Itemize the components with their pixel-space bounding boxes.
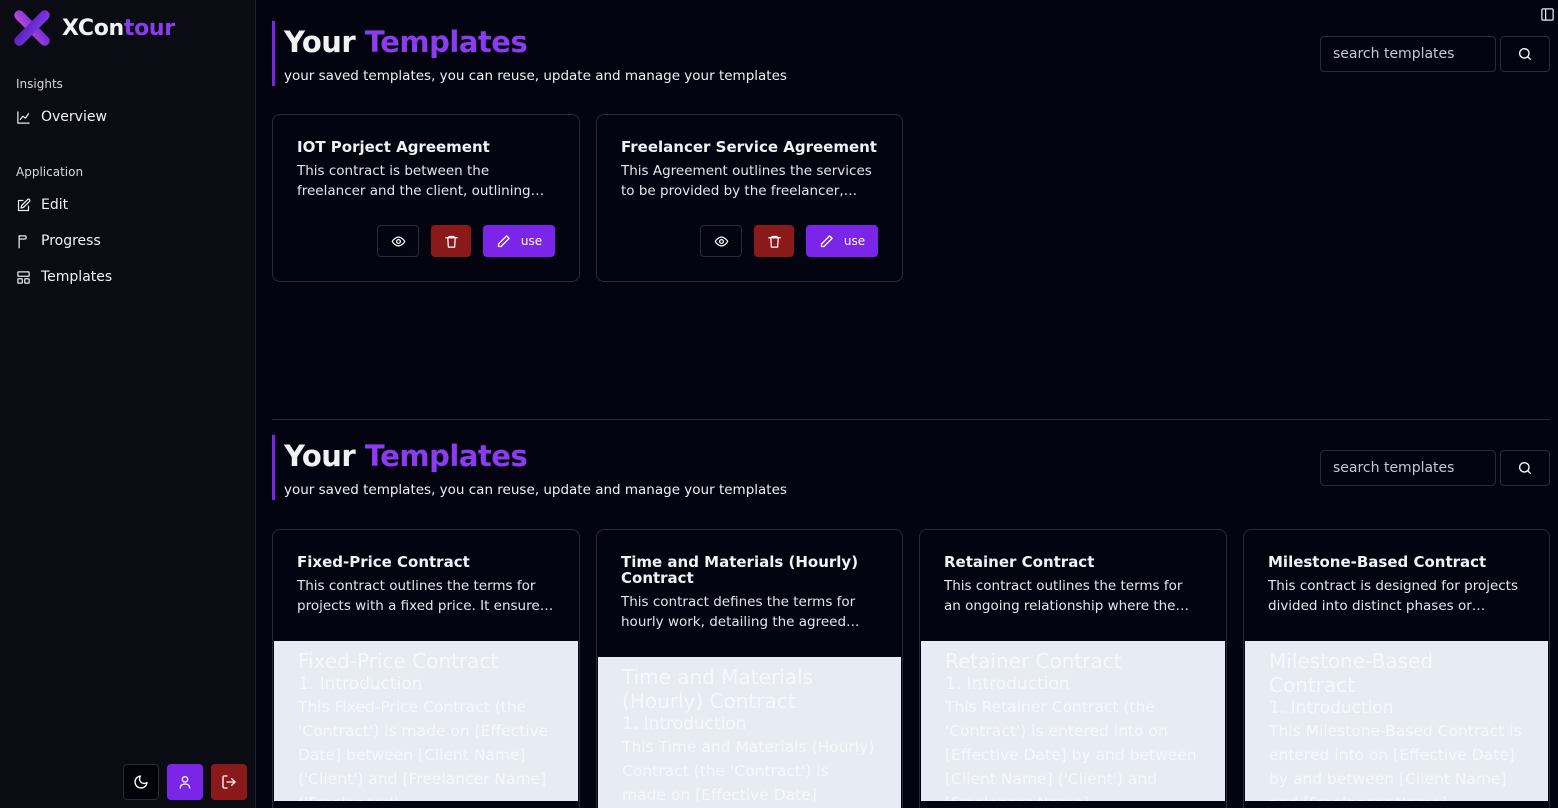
eye-icon	[391, 236, 405, 246]
preview-body: This Fixed-Price Contract (the 'Contract…	[298, 698, 549, 801]
search-button[interactable]	[1500, 36, 1550, 72]
chart-line-icon	[17, 110, 30, 124]
card-description: This Agreement outlines the services to …	[621, 163, 872, 199]
sidebar-item-label: Templates	[41, 269, 113, 285]
sidebar-item-edit[interactable]: Edit	[16, 193, 68, 217]
card-title: IOT Porject Agreement	[297, 138, 490, 156]
eye-icon	[714, 236, 728, 246]
card-title: Retainer Contract	[944, 553, 1095, 571]
sidebar-panel-icon	[1541, 8, 1554, 21]
flag-icon	[18, 234, 27, 248]
section-divider	[272, 419, 1550, 420]
card-description: This contract outlines the terms for pro…	[297, 578, 547, 614]
preview-heading: 1. Introduction	[622, 714, 747, 734]
logout-icon	[222, 775, 236, 789]
search-icon	[1519, 48, 1531, 60]
preview-body: This Retainer Contract (the 'Contract') …	[945, 698, 1197, 801]
layout-icon	[17, 270, 30, 284]
delete-button[interactable]	[754, 225, 794, 257]
search-button[interactable]	[1500, 450, 1550, 486]
card-title: Milestone-Based Contract	[1268, 553, 1487, 571]
brand-name-part2: tour	[123, 15, 175, 41]
search-input[interactable]	[1320, 450, 1496, 486]
sidebar-item-templates[interactable]: Templates	[16, 265, 112, 289]
brand-name-part1: XCon	[62, 15, 124, 41]
card-description: This contract outlines the terms for an …	[944, 578, 1183, 614]
template-card[interactable]: IOT Porject Agreement This contract is b…	[272, 114, 580, 282]
pencil-icon	[497, 234, 510, 247]
user-icon	[179, 776, 191, 789]
delete-button[interactable]	[431, 225, 471, 257]
template-preview: Retainer Contract 1. Introduction This R…	[921, 641, 1225, 801]
card-title: Fixed-Price Contract	[297, 553, 470, 571]
preview-heading: 1. Introduction	[945, 674, 1070, 694]
page-subtitle: your saved templates, you can reuse, upd…	[284, 68, 787, 84]
sidebar-item-label: Edit	[41, 197, 69, 213]
view-button[interactable]	[377, 225, 419, 257]
template-preview: Fixed-Price Contract 1. Introduction Thi…	[274, 641, 578, 801]
trash-icon	[767, 235, 781, 248]
brand[interactable]: XContour	[12, 8, 175, 48]
panel-toggle-button[interactable]	[1540, 7, 1556, 23]
edit-icon	[17, 198, 31, 211]
trash-icon	[444, 235, 458, 248]
title-part1: Your	[284, 439, 356, 473]
sidebar-item-label: Overview	[41, 109, 107, 125]
use-button-label: use	[843, 234, 866, 248]
library-template-card[interactable]: Time and Materials (Hourly) Contract Thi…	[596, 529, 903, 808]
template-card[interactable]: Freelancer Service Agreement This Agreem…	[596, 114, 903, 282]
section-label-application: Application	[16, 165, 84, 179]
title-part1: Your	[284, 25, 356, 59]
template-preview: Time and Materials (Hourly) Contract 1. …	[598, 657, 901, 808]
library-templates-header: Your Templates your saved templates, you…	[272, 435, 787, 500]
title-part2: Templates	[364, 25, 528, 59]
library-template-card[interactable]: Milestone-Based Contract This contract i…	[1243, 529, 1550, 808]
preview-body: This Milestone-Based Contract is entered…	[1269, 722, 1522, 801]
preview-body: This Time and Materials (Hourly) Contrac…	[622, 738, 875, 804]
logout-button[interactable]	[211, 764, 247, 800]
search-input[interactable]	[1320, 36, 1496, 72]
sidebar-bottom-actions	[123, 764, 247, 800]
card-description: This contract is designed for projects d…	[1268, 578, 1519, 614]
preview-heading: 1. Introduction	[298, 674, 423, 694]
search-icon	[1519, 462, 1531, 474]
library-search-bar	[1320, 450, 1550, 486]
card-description: This contract is between the freelancer …	[297, 163, 531, 199]
page-title: Your Templates	[284, 21, 787, 57]
sidebar-item-progress[interactable]: Progress	[16, 229, 101, 253]
section-subtitle: your saved templates, you can reuse, upd…	[284, 482, 787, 498]
section-label-insights: Insights	[16, 77, 63, 91]
preview-title: Time and Materials (Hourly) Contract	[622, 665, 813, 713]
library-template-card[interactable]: Fixed-Price Contract This contract outli…	[272, 529, 580, 808]
saved-templates-header: Your Templates your saved templates, you…	[272, 21, 787, 86]
use-button-label: use	[520, 234, 543, 248]
card-description: This contract defines the terms for hour…	[621, 594, 856, 630]
card-actions: use	[700, 225, 878, 257]
logo-icon	[14, 10, 50, 46]
preview-title: Retainer Contract	[945, 649, 1122, 673]
brand-name: XContour	[62, 16, 175, 41]
sidebar-item-overview[interactable]: Overview	[16, 105, 107, 129]
sidebar-item-label: Progress	[41, 233, 101, 249]
title-part2: Templates	[364, 439, 528, 473]
section-title: Your Templates	[284, 435, 787, 471]
preview-title: Fixed-Price Contract	[298, 649, 499, 673]
preview-heading: 1. Introduction	[1269, 698, 1394, 718]
view-button[interactable]	[700, 225, 742, 257]
preview-title: Milestone-Based Contract	[1269, 649, 1434, 697]
saved-search-bar	[1320, 36, 1550, 72]
library-template-card[interactable]: Retainer Contract This contract outlines…	[919, 529, 1227, 808]
use-button[interactable]: use	[806, 225, 878, 257]
sidebar: XContour Insights Overview Application E…	[0, 0, 256, 808]
moon-icon	[134, 775, 148, 789]
card-title: Time and Materials (Hourly) Contract	[621, 553, 859, 587]
card-title: Freelancer Service Agreement	[621, 138, 877, 156]
theme-toggle-button[interactable]	[123, 764, 159, 800]
use-button[interactable]: use	[483, 225, 555, 257]
template-preview: Milestone-Based Contract 1. Introduction…	[1245, 641, 1548, 801]
card-actions: use	[377, 225, 555, 257]
pencil-icon	[820, 234, 833, 247]
profile-button[interactable]	[167, 764, 203, 800]
